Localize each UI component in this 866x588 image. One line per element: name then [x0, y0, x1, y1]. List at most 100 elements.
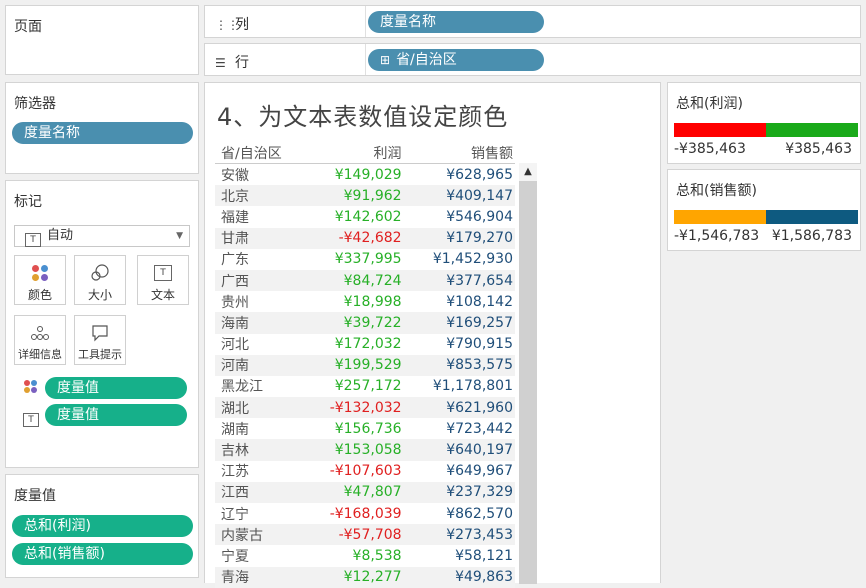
table-row[interactable]: 内蒙古 -¥57,708 ¥273,453: [215, 524, 515, 546]
view-canvas[interactable]: 4、为文本表数值设定颜色 省/自治区 利润 销售额 安徽 ¥149,029 ¥628…: [204, 82, 661, 588]
sales-cell: ¥1,178,801: [432, 378, 513, 395]
profit-cell: -¥42,682: [304, 227, 406, 249]
header-profit[interactable]: 利润: [304, 143, 406, 164]
profit-legend-min: -¥385,463: [674, 141, 746, 157]
size-button[interactable]: 大小: [74, 255, 126, 305]
profit-cell: ¥149,029: [334, 166, 402, 183]
sales-cell: ¥546,904: [446, 208, 513, 225]
profit-legend-title: 总和(利润): [676, 96, 743, 112]
province-cell: 河北: [221, 337, 249, 354]
header-sales[interactable]: 销售额: [405, 143, 515, 164]
sales-legend-min: -¥1,546,783: [674, 228, 760, 244]
province-cell: 湖南: [221, 421, 249, 438]
rows-pill-province[interactable]: ⊞ 省/自治区: [368, 49, 544, 71]
profit-cell: ¥337,995: [334, 251, 402, 268]
table-row[interactable]: 江苏 -¥107,603 ¥649,967: [215, 461, 515, 482]
columns-shelf[interactable]: ⋮⋮⋮列 度量名称: [204, 5, 861, 38]
sales-cell: ¥273,453: [405, 524, 515, 546]
label-button[interactable]: T 文本: [137, 255, 189, 305]
filter-pill-measure-names[interactable]: 度量名称: [12, 122, 193, 144]
sales-cell: ¥790,915: [446, 336, 513, 353]
sales-legend-title: 总和(销售额): [676, 183, 757, 199]
view-title: 4、为文本表数值设定颜色: [217, 103, 509, 131]
vertical-scrollbar[interactable]: ▲: [519, 163, 537, 584]
province-cell: 湖北: [215, 397, 305, 419]
detail-button[interactable]: 详细信息: [14, 315, 66, 365]
table-row[interactable]: 湖南 ¥156,736 ¥723,442: [215, 418, 515, 439]
table-row[interactable]: 江西 ¥47,807 ¥237,329: [215, 481, 515, 503]
province-cell: 宁夏: [221, 548, 249, 565]
text-icon: T: [153, 264, 173, 282]
sales-cell: ¥58,121: [455, 547, 513, 564]
sales-cell: ¥377,654: [405, 269, 515, 292]
table-row[interactable]: 广东 ¥337,995 ¥1,452,930: [215, 249, 515, 270]
sales-legend-max: ¥1,586,783: [771, 228, 852, 244]
profit-cell: ¥8,538: [352, 547, 402, 564]
columns-label: ⋮⋮⋮列: [215, 17, 251, 33]
rows-shelf[interactable]: ☰ 行 ⊞ 省/自治区: [204, 43, 861, 76]
pages-panel[interactable]: 页面: [5, 5, 199, 75]
sales-cell: ¥628,965: [446, 166, 513, 183]
measure-pill-profit[interactable]: 总和(利润): [12, 515, 193, 537]
table-row[interactable]: 北京 ¥91,962 ¥409,147: [215, 185, 515, 207]
table-row[interactable]: 青海 ¥12,277 ¥49,863: [215, 566, 515, 588]
province-cell: 安徽: [221, 167, 249, 184]
profit-cell: ¥12,277: [304, 566, 406, 588]
table-row[interactable]: 吉林 ¥153,058 ¥640,197: [215, 439, 515, 461]
profit-cell: ¥18,998: [343, 293, 402, 310]
table-row[interactable]: 甘肃 -¥42,682 ¥179,270: [215, 227, 515, 249]
province-cell: 辽宁: [221, 506, 249, 523]
profit-cell: -¥57,708: [304, 524, 406, 546]
profit-color-ramp[interactable]: [674, 123, 858, 137]
table-row[interactable]: 辽宁 -¥168,039 ¥862,570: [215, 503, 515, 524]
mark-type-dropdown[interactable]: T 自动 ▼: [14, 225, 190, 247]
profit-cell: ¥156,736: [334, 420, 402, 437]
label-pill-measure-values[interactable]: 度量值: [45, 404, 187, 426]
table-row[interactable]: 广西 ¥84,724 ¥377,654: [215, 269, 515, 292]
province-cell: 内蒙古: [215, 524, 305, 546]
measure-pill-sales[interactable]: 总和(销售额): [12, 543, 193, 565]
profit-cell: ¥257,172: [334, 378, 402, 395]
tooltip-button[interactable]: 工具提示: [74, 315, 126, 365]
table-row[interactable]: 安徽 ¥149,029 ¥628,965: [215, 164, 515, 186]
sales-color-legend[interactable]: 总和(销售额) -¥1,546,783 ¥1,586,783: [667, 169, 861, 251]
measure-values-panel[interactable]: 度量值 总和(利润) 总和(销售额): [5, 474, 199, 578]
profit-color-legend[interactable]: 总和(利润) -¥385,463 ¥385,463: [667, 82, 861, 164]
sales-color-ramp[interactable]: [674, 210, 858, 224]
province-cell: 黑龙江: [221, 379, 263, 396]
table-row[interactable]: 海南 ¥39,722 ¥169,257: [215, 312, 515, 334]
rows-icon: ☰: [215, 56, 226, 70]
scroll-up-icon[interactable]: ▲: [519, 163, 537, 181]
sales-cell: ¥409,147: [405, 185, 515, 207]
table-row[interactable]: 黑龙江 ¥257,172 ¥1,178,801: [215, 376, 515, 397]
profit-cell: -¥132,032: [304, 397, 406, 419]
color-encoding-icon: [24, 380, 38, 394]
sales-cell: ¥49,863: [405, 566, 515, 588]
color-icon: [31, 264, 49, 282]
expand-icon: ⊞: [380, 53, 391, 67]
text-mark-icon: T: [25, 229, 41, 249]
province-cell: 河南: [215, 354, 305, 376]
table-row[interactable]: 贵州 ¥18,998 ¥108,142: [215, 291, 515, 312]
table-row[interactable]: 福建 ¥142,602 ¥546,904: [215, 206, 515, 227]
columns-pill-measure-names[interactable]: 度量名称: [368, 11, 544, 33]
color-button[interactable]: 颜色: [14, 255, 66, 305]
sales-cell: ¥1,452,930: [432, 251, 513, 268]
province-cell: 吉林: [215, 439, 305, 461]
marks-panel[interactable]: 标记 T 自动 ▼ 颜色 大小 T 文本 详细信息 工具提示 度量值 T 度量值: [5, 180, 199, 468]
filters-title: 筛选器: [14, 96, 56, 112]
label-encoding-icon: T: [23, 407, 39, 427]
profit-cell: ¥84,724: [304, 269, 406, 292]
measure-values-title: 度量值: [14, 488, 56, 504]
sales-cell: ¥179,270: [405, 227, 515, 249]
table-row[interactable]: 宁夏 ¥8,538 ¥58,121: [215, 545, 515, 566]
filters-panel[interactable]: 筛选器 度量名称: [5, 82, 199, 174]
table-header-row: 省/自治区 利润 销售额: [215, 143, 515, 164]
profit-cell: ¥142,602: [334, 208, 402, 225]
color-pill-measure-values[interactable]: 度量值: [45, 377, 187, 399]
table-row[interactable]: 湖北 -¥132,032 ¥621,960: [215, 397, 515, 419]
table-row[interactable]: 河北 ¥172,032 ¥790,915: [215, 334, 515, 355]
text-table: 省/自治区 利润 销售额 安徽 ¥149,029 ¥628,965 北京 ¥91,962…: [215, 143, 515, 588]
table-row[interactable]: 河南 ¥199,529 ¥853,575: [215, 354, 515, 376]
header-province[interactable]: 省/自治区: [215, 143, 305, 164]
